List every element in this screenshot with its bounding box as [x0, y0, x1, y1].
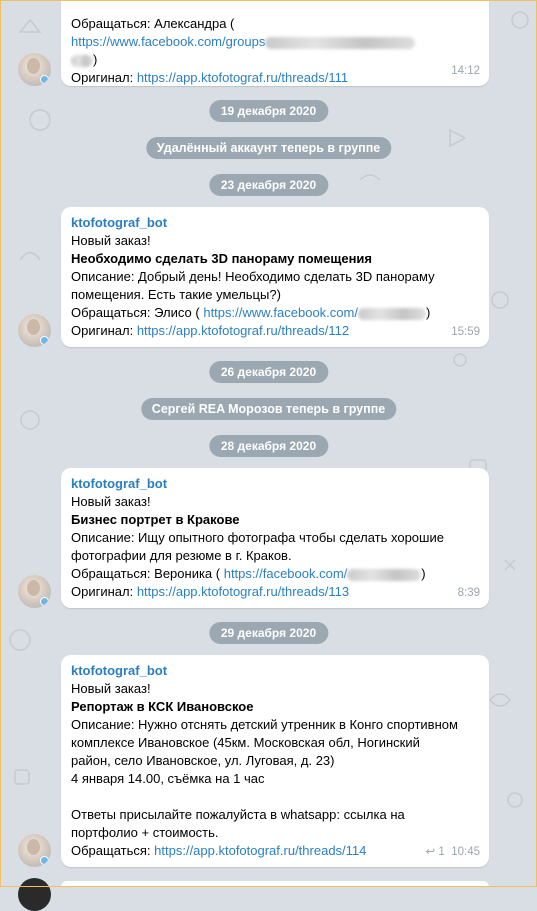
redacted-link-part — [357, 307, 426, 320]
reply-instructions: Ответы присылайте пожалуйста в whatsapp:… — [71, 807, 405, 822]
original-link[interactable]: https://app.ktofotograf.ru/threads/112 — [137, 323, 349, 338]
redacted-link-part — [265, 36, 416, 49]
message-bubble-112: ktofotograf_bot Новый заказ! Необходимо … — [61, 207, 489, 347]
message-bubble-114: ktofotograf_bot Новый заказ! Репортаж в … — [61, 655, 489, 867]
reply-count[interactable]: 1 — [438, 846, 444, 858]
message-contact-line: Обращаться: Александра ( — [71, 16, 235, 31]
order-title: Необходимо сделать 3D панораму помещения — [71, 251, 373, 266]
message-time: 15:59 — [451, 326, 480, 338]
original-link[interactable]: https://app.ktofotograf.ru/threads/113 — [137, 584, 349, 599]
avatar[interactable] — [18, 575, 51, 608]
reply-instructions-cont: портфолио + стоимость. — [71, 825, 219, 840]
order-description: Описание: Добрый день! Необходимо сделат… — [71, 269, 435, 284]
thread-link[interactable]: https://app.ktofotograf.ru/threads/114 — [154, 843, 366, 858]
order-title: Бизнес портрет в Кракове — [71, 512, 240, 527]
avatar[interactable] — [18, 314, 51, 347]
order-description-cont: комплексе Ивановское (45км. Московская о… — [71, 735, 420, 750]
order-description-cont: помещения. Есть такие умельцы?) — [71, 287, 281, 302]
facebook-link[interactable]: https://www.facebook.com/ — [203, 305, 358, 320]
order-description-cont: фотографии для резюме в г. Краков. — [71, 548, 292, 563]
facebook-link[interactable]: https://www.facebook.com/groups — [71, 34, 265, 49]
date-separator: 23 декабря 2020 — [208, 174, 329, 196]
message-meta: ↩ 1 10:45 — [426, 843, 480, 861]
next-message-bubble — [61, 881, 489, 887]
contact-label: Обращаться: Элисо ( — [71, 305, 204, 320]
message-time: 10:45 — [451, 846, 480, 858]
reply-icon[interactable]: ↩ — [426, 846, 436, 858]
service-message: Сергей REA Морозов теперь в группе — [140, 398, 397, 420]
message-bubble-111: Обращаться: Александра ( https://www.fac… — [61, 0, 489, 86]
facebook-link[interactable]: https://facebook.com/ — [224, 566, 348, 581]
sender-name[interactable]: ktofotograf_bot — [71, 214, 479, 232]
date-separator: 28 декабря 2020 — [208, 435, 329, 457]
date-separator: 29 декабря 2020 — [208, 622, 329, 644]
sender-name[interactable]: ktofotograf_bot — [71, 662, 479, 680]
paren-close: ) — [93, 52, 98, 67]
original-label: Оригинал: — [71, 70, 137, 85]
message-time: 14:12 — [451, 65, 480, 77]
original-link[interactable]: https://app.ktofotograf.ru/threads/111 — [137, 70, 348, 85]
new-order-label: Новый заказ! — [71, 494, 151, 509]
original-label: Оригинал: — [71, 323, 137, 338]
message-bubble-113: ktofotograf_bot Новый заказ! Бизнес порт… — [61, 468, 489, 608]
new-order-label: Новый заказ! — [71, 233, 151, 248]
service-message: Удалённый аккаунт теперь в группе — [145, 137, 392, 159]
paren-close: ) — [421, 566, 426, 581]
message-time: 8:39 — [457, 587, 480, 599]
contact-label: Обращаться: — [71, 843, 155, 858]
new-order-label: Новый заказ! — [71, 681, 151, 696]
order-title: Репортаж в КСК Ивановское — [71, 699, 254, 714]
date-separator: 19 декабря 2020 — [208, 100, 329, 122]
avatar[interactable] — [18, 834, 51, 867]
order-description: Описание: Ищу опытного фотографа чтобы с… — [71, 530, 444, 545]
sender-name[interactable]: ktofotograf_bot — [71, 475, 479, 493]
order-description: Описание: Нужно отснять детский утренник… — [71, 717, 458, 732]
contact-label: Обращаться: Вероника ( — [71, 566, 224, 581]
paren-close: ) — [425, 305, 431, 320]
order-description-cont: район, село Ивановское, ул. Луговая, д. … — [71, 753, 335, 768]
order-schedule: 4 января 14.00, съёмка на 1 час — [71, 771, 265, 786]
original-label: Оригинал: — [71, 584, 137, 599]
redacted-link-part — [71, 54, 93, 67]
avatar[interactable] — [18, 53, 51, 86]
redacted-link-part — [347, 568, 422, 581]
next-avatar[interactable] — [18, 878, 51, 911]
date-separator: 26 декабря 2020 — [208, 361, 329, 383]
